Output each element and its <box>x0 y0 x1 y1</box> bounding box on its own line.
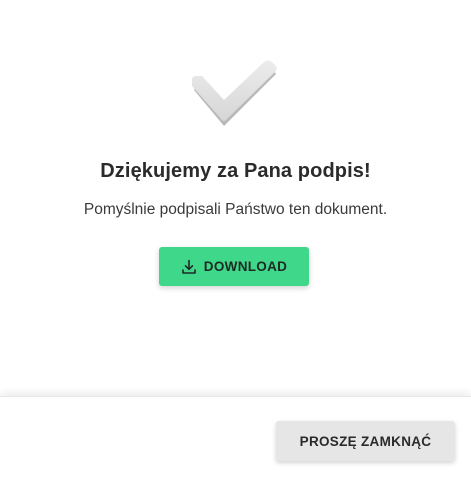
download-label: DOWNLOAD <box>203 259 288 274</box>
close-button[interactable]: PROSZĘ ZAMKNĄĆ <box>276 421 455 461</box>
signature-complete-dialog: Dziękujemy za Pana podpis! Pomyślnie pod… <box>0 0 471 477</box>
close-label: PROSZĘ ZAMKNĄĆ <box>299 433 432 449</box>
download-button[interactable]: DOWNLOAD <box>159 247 309 286</box>
dialog-content: Dziękujemy za Pana podpis! Pomyślnie pod… <box>0 0 471 395</box>
download-icon <box>181 259 196 274</box>
checkmark-icon <box>192 60 277 126</box>
success-title: Dziękujemy za Pana podpis! <box>100 160 371 182</box>
dialog-footer: PROSZĘ ZAMKNĄĆ <box>0 396 471 477</box>
success-message: Pomyślnie podpisali Państwo ten dokument… <box>83 201 388 218</box>
